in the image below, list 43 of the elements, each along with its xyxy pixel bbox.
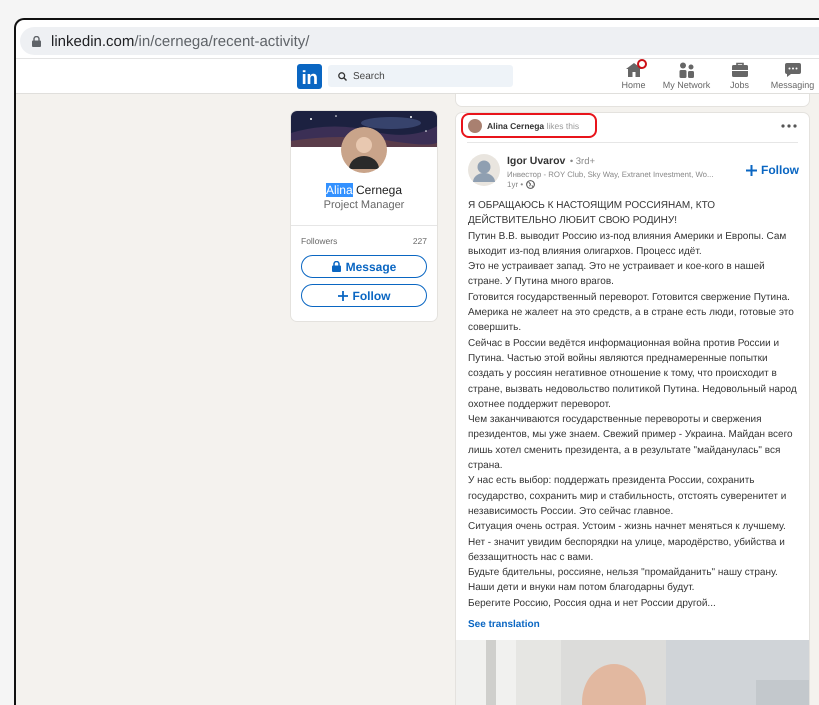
lock-icon bbox=[32, 36, 41, 46]
lock-icon bbox=[332, 261, 341, 272]
plus-icon bbox=[338, 290, 348, 300]
chat-icon bbox=[784, 62, 802, 78]
nav-item[interactable]: Messaging bbox=[766, 62, 819, 90]
search-icon bbox=[338, 72, 347, 81]
nav-item[interactable]: Home bbox=[607, 62, 660, 90]
post-paragraph: Чем заканчиваются государственные перевороты и свержения президентов, мы уже знаем. Свежий пример - Украина. Майдан всего лишь хотел сменить президента, а в результате "майданулась" вся страна. bbox=[468, 413, 794, 474]
address-bar[interactable]: linkedin.com/in/cernega/recent-activity/ bbox=[20, 27, 819, 55]
stat-label: Followers bbox=[301, 236, 338, 246]
post-paragraph: Ситуация очень острая. Устоим - жизнь начнет меняться к лучшему. Нет - значит увидим беспорядки на улице, мародёрство, убийства и беззащитность нас с вами. bbox=[468, 520, 787, 565]
globe-icon bbox=[526, 180, 536, 189]
more-icon[interactable] bbox=[781, 124, 797, 128]
profile-headline: Project Manager bbox=[322, 199, 406, 211]
nav-item[interactable]: Jobs bbox=[713, 62, 766, 90]
nav-item[interactable]: My Network bbox=[660, 62, 713, 90]
post-paragraph: Путин В.В. выводит Россию из-под влияния Америки и Европы. Сам выходит из-под влияния олигархов. Процесс идёт. bbox=[468, 230, 788, 259]
author-name[interactable]: Igor Uvarov bbox=[507, 155, 566, 167]
avatar[interactable] bbox=[339, 125, 389, 175]
plus-icon bbox=[746, 164, 757, 176]
post-paragraph: Это не устраивает запад. Это не устраивает и кое-кого в нашей стране. У Путина много врагов. bbox=[468, 260, 766, 290]
search-field[interactable]: Search bbox=[328, 65, 513, 87]
people-icon bbox=[678, 62, 696, 78]
follow-button[interactable]: Follow bbox=[746, 163, 799, 177]
post-paragraph: У нас есть выбор: поддержать президента России, сохранить государство, сохранить мир и стабильность, отстоять суверенитет и независимость России. Это сейчас главное. bbox=[468, 474, 788, 519]
post-paragraph: Будьте бдительны, россияне, нельзя "промайданить" нашу страну. bbox=[468, 566, 779, 580]
post-paragraph: Берегите Россию, Россия одна и нет России другой... bbox=[468, 596, 717, 611]
post-time: 1yr • bbox=[507, 180, 524, 189]
briefcase-icon bbox=[730, 62, 748, 78]
post-paragraph: Наши дети и внуки нам потом благодарны будут. bbox=[468, 581, 696, 596]
follow-button[interactable]: Follow bbox=[301, 284, 427, 307]
stat-value: 227 bbox=[412, 236, 427, 246]
see-translation-link[interactable]: See translation bbox=[468, 619, 540, 630]
post-paragraph: Готовится государственный переворот. Готовится свержение Путина. Америка не жалеет на это средств, а в стране есть люди, готовые это совершить. bbox=[468, 290, 795, 336]
logo[interactable]: in bbox=[297, 64, 322, 88]
connection-degree: • 3rd+ bbox=[570, 156, 596, 167]
post-paragraph: Сейчас в России ведётся информационная война против России и Путина. Частью этой войны являются преднамеренные попытки создать у россиян негативное отношение к тому, что происходит в стране, вызвать недовольство политикой Путина. Недовольный народ охотнее поддержит переворот. bbox=[468, 336, 797, 412]
activity-text: Alina Cernega likes this bbox=[487, 121, 580, 131]
profile-name: Alina Cernega bbox=[324, 183, 404, 197]
url-text: linkedin.com/in/cernega/recent-activity/ bbox=[51, 32, 310, 50]
home-icon bbox=[624, 62, 642, 78]
message-button[interactable]: Message bbox=[301, 255, 427, 278]
post-paragraph: Я ОБРАЩАЮСЬ К НАСТОЯЩИМ РОССИЯНАМ, КТО ДЕЙСТВИТЕЛЬНО ЛЮБИТ СВОЮ РОДИНУ! bbox=[468, 199, 716, 228]
